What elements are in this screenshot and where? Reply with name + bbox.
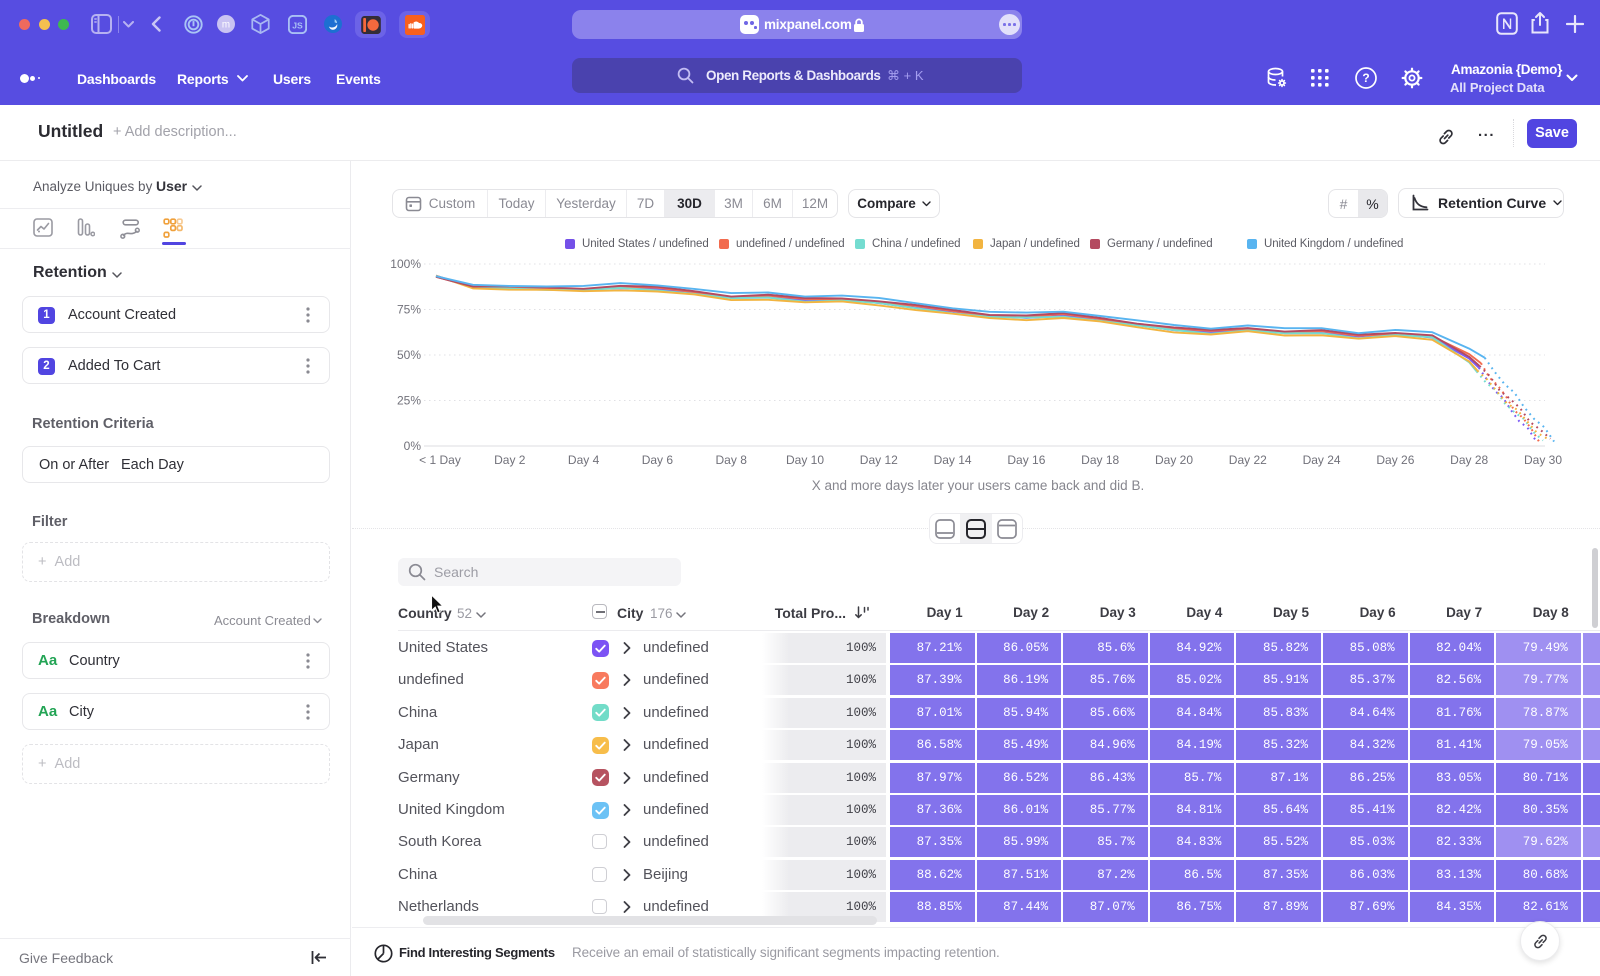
- svg-text:Day 8: Day 8: [716, 453, 748, 467]
- svg-text:Day 28: Day 28: [1450, 453, 1488, 467]
- svg-text:Day 16: Day 16: [1007, 453, 1045, 467]
- svg-text:?: ?: [1362, 71, 1369, 85]
- svg-text:Day 20: Day 20: [1155, 453, 1193, 467]
- svg-text:Day 14: Day 14: [934, 453, 972, 467]
- svg-text:75%: 75%: [397, 303, 421, 317]
- svg-text:50%: 50%: [397, 348, 421, 362]
- svg-text:Day 26: Day 26: [1376, 453, 1414, 467]
- svg-text:Day 2: Day 2: [494, 453, 526, 467]
- svg-text:25%: 25%: [397, 394, 421, 408]
- svg-text:m: m: [222, 19, 230, 30]
- svg-text:100%: 100%: [390, 257, 421, 271]
- svg-text:Day 12: Day 12: [860, 453, 898, 467]
- svg-text:JS: JS: [292, 20, 303, 30]
- svg-text:Day 4: Day 4: [568, 453, 600, 467]
- svg-text:Day 10: Day 10: [786, 453, 824, 467]
- svg-text:Day 24: Day 24: [1303, 453, 1341, 467]
- svg-text:Day 18: Day 18: [1081, 453, 1119, 467]
- svg-text:Day 6: Day 6: [642, 453, 674, 467]
- svg-text:Day 30: Day 30: [1524, 453, 1562, 467]
- svg-text:< 1 Day: < 1 Day: [419, 453, 461, 467]
- svg-text:Day 22: Day 22: [1229, 453, 1267, 467]
- svg-text:0%: 0%: [404, 439, 422, 453]
